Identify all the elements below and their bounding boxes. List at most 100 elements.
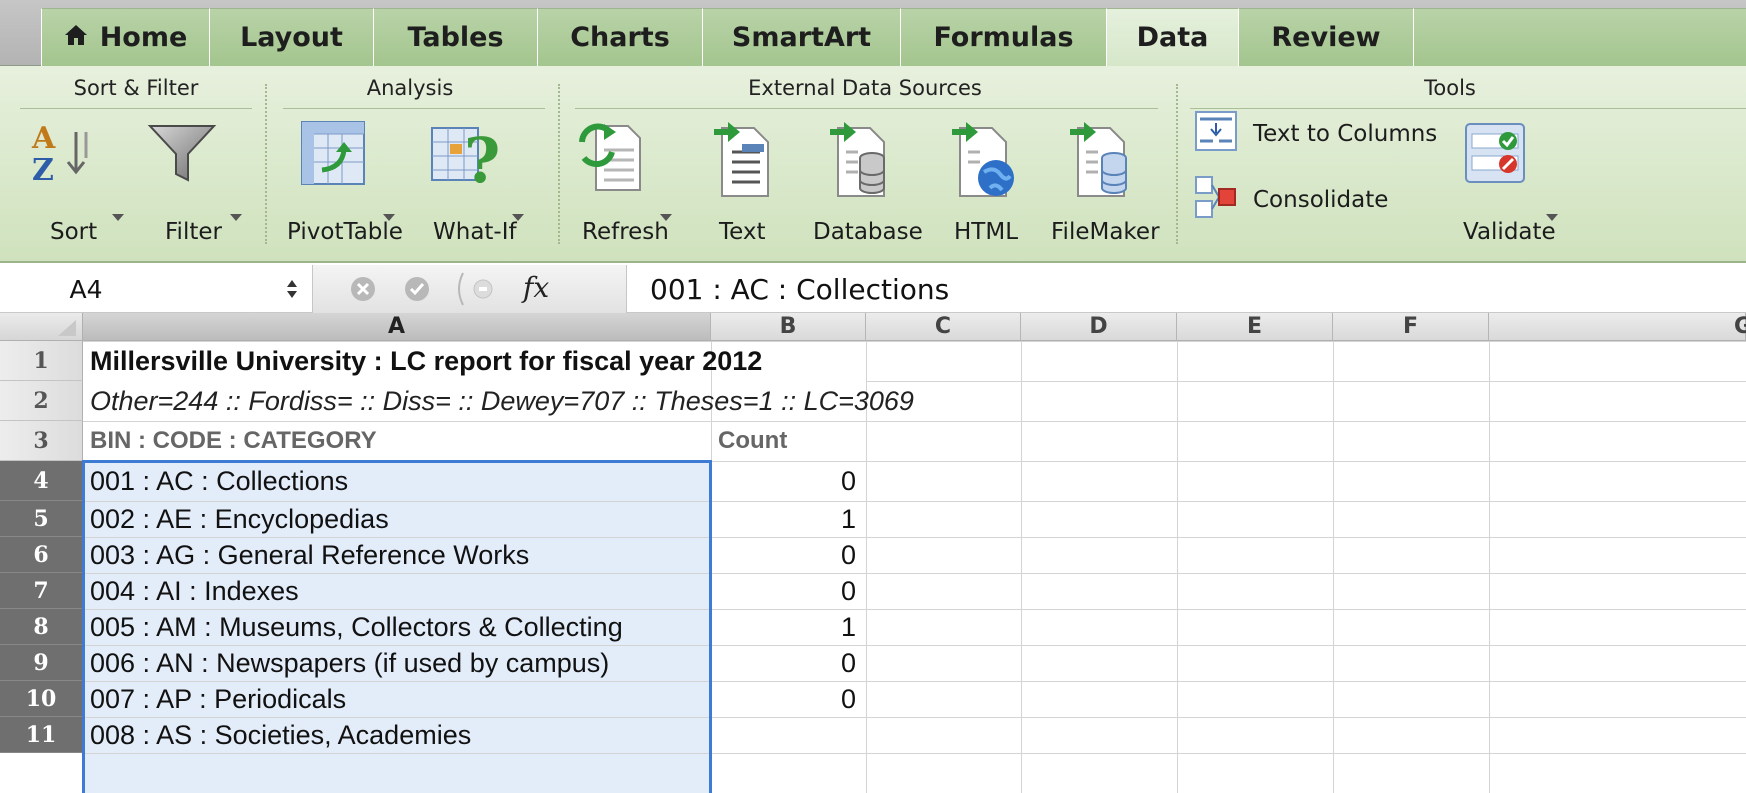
cell-b3[interactable]: Count bbox=[711, 421, 787, 461]
row-header-3[interactable]: 3 bbox=[0, 421, 83, 461]
row-header-11[interactable]: 11 bbox=[0, 717, 83, 753]
whatif-button[interactable]: ? bbox=[430, 118, 510, 188]
import-database-label: Database bbox=[813, 219, 923, 245]
consolidate-button[interactable]: Consolidate bbox=[1195, 176, 1388, 224]
cell-b7[interactable]: 0 bbox=[711, 571, 866, 611]
gridline bbox=[1177, 341, 1178, 793]
selection-border bbox=[82, 460, 712, 793]
tab-home-label: Home bbox=[99, 22, 188, 53]
group-underline bbox=[1190, 108, 1746, 109]
funnel-icon bbox=[147, 125, 217, 182]
refresh-label: Refresh bbox=[582, 219, 669, 245]
cell-b6[interactable]: 0 bbox=[711, 535, 866, 575]
sort-dropdown-icon[interactable] bbox=[112, 214, 124, 221]
row-header-2[interactable]: 2 bbox=[0, 381, 83, 421]
name-box-stepper-icon bbox=[287, 280, 297, 298]
refresh-icon bbox=[579, 123, 641, 191]
home-icon bbox=[64, 24, 88, 52]
import-filemaker-button[interactable] bbox=[1068, 118, 1134, 198]
group-underline bbox=[575, 108, 1158, 109]
cell-b8[interactable]: 1 bbox=[711, 607, 866, 647]
tab-bar-filler bbox=[1413, 8, 1746, 66]
column-header-g[interactable]: G bbox=[1489, 313, 1746, 341]
import-filemaker-label: FileMaker bbox=[1051, 219, 1160, 245]
tab-home[interactable]: Home bbox=[41, 8, 209, 66]
fx-icon[interactable]: fx bbox=[523, 271, 549, 304]
group-underline bbox=[283, 108, 545, 109]
row-header-4[interactable]: 4 bbox=[0, 461, 83, 501]
tab-smartart[interactable]: SmartArt bbox=[702, 8, 900, 66]
worksheet-grid[interactable]: A B C D E F G 1 2 3 4 5 6 7 8 9 10 11 Mi… bbox=[0, 313, 1746, 793]
gridline bbox=[866, 381, 1746, 382]
formula-input[interactable]: 001 : AC : Collections bbox=[650, 265, 949, 313]
import-text-label: Text bbox=[719, 219, 766, 245]
cell-a3[interactable]: BIN : CODE : CATEGORY bbox=[83, 421, 377, 461]
cell-b9[interactable]: 0 bbox=[711, 643, 866, 683]
tab-layout-label: Layout bbox=[240, 22, 343, 53]
cell-a1[interactable]: Millersville University : LC report for … bbox=[83, 341, 762, 381]
import-html-button[interactable] bbox=[950, 118, 1016, 198]
row-header-1[interactable]: 1 bbox=[0, 341, 83, 381]
ribbon-data: Sort & Filter Analysis External Data Sou… bbox=[0, 66, 1746, 263]
tab-layout[interactable]: Layout bbox=[209, 8, 373, 66]
tab-review[interactable]: Review bbox=[1238, 8, 1413, 66]
row-header-5[interactable]: 5 bbox=[0, 501, 83, 537]
refresh-button[interactable] bbox=[576, 118, 646, 194]
tab-data-label: Data bbox=[1136, 22, 1209, 53]
tab-data[interactable]: Data bbox=[1106, 8, 1238, 66]
formula-bar-tools: fx bbox=[287, 265, 627, 313]
database-icon bbox=[830, 122, 885, 197]
cell-a2[interactable]: Other=244 :: Fordiss= :: Diss= :: Dewey=… bbox=[83, 381, 914, 421]
row-header-6[interactable]: 6 bbox=[0, 537, 83, 573]
consolidate-label: Consolidate bbox=[1253, 187, 1389, 213]
tab-charts[interactable]: Charts bbox=[537, 8, 702, 66]
formula-bar: A4 fx 001 : AC : Collections bbox=[0, 265, 1746, 313]
group-title-sort-filter: Sort & Filter bbox=[73, 76, 199, 100]
column-header-e[interactable]: E bbox=[1177, 313, 1333, 341]
import-text-button[interactable] bbox=[712, 118, 772, 198]
pivottable-label: PivotTable bbox=[287, 219, 403, 245]
tab-charts-label: Charts bbox=[570, 22, 670, 53]
sort-label: Sort bbox=[50, 219, 98, 245]
validate-button[interactable] bbox=[1462, 118, 1528, 188]
text-to-columns-label: Text to Columns bbox=[1253, 121, 1438, 147]
row-header-8[interactable]: 8 bbox=[0, 609, 83, 645]
column-header-f[interactable]: F bbox=[1333, 313, 1489, 341]
tab-formulas[interactable]: Formulas bbox=[900, 8, 1106, 66]
row-header-7[interactable]: 7 bbox=[0, 573, 83, 609]
consolidate-icon bbox=[1195, 175, 1237, 225]
tab-tables[interactable]: Tables bbox=[373, 8, 537, 66]
row-header-9[interactable]: 9 bbox=[0, 645, 83, 681]
cell-b5[interactable]: 1 bbox=[711, 499, 866, 539]
sort-button[interactable]: A Z bbox=[28, 118, 108, 188]
import-database-button[interactable] bbox=[828, 118, 888, 198]
gridline bbox=[1333, 341, 1334, 793]
sort-az-icon: A Z bbox=[31, 121, 88, 188]
column-header-c[interactable]: C bbox=[866, 313, 1021, 341]
group-title-external-data: External Data Sources bbox=[748, 76, 982, 100]
filter-dropdown-icon[interactable] bbox=[230, 214, 242, 221]
text-to-columns-button[interactable]: Text to Columns bbox=[1195, 110, 1437, 158]
tab-tables-label: Tables bbox=[407, 22, 504, 53]
cell-b10[interactable]: 0 bbox=[711, 679, 866, 719]
svg-text:Z: Z bbox=[32, 153, 54, 188]
name-box-value: A4 bbox=[69, 274, 103, 304]
whatif-icon: ? bbox=[431, 124, 500, 188]
text-file-icon bbox=[714, 122, 769, 197]
validate-icon bbox=[1465, 123, 1525, 183]
column-header-d[interactable]: D bbox=[1021, 313, 1177, 341]
group-title-tools: Tools bbox=[1424, 76, 1476, 100]
column-header-a[interactable]: A bbox=[83, 313, 711, 341]
pivottable-icon bbox=[301, 121, 365, 185]
column-header-b[interactable]: B bbox=[711, 313, 866, 341]
group-divider bbox=[558, 84, 560, 244]
svg-text:?: ? bbox=[464, 124, 500, 188]
filter-button[interactable] bbox=[146, 118, 218, 188]
group-divider bbox=[265, 84, 267, 244]
name-box[interactable]: A4 bbox=[0, 265, 312, 313]
pivottable-button[interactable] bbox=[298, 118, 368, 188]
cell-b4[interactable]: 0 bbox=[711, 461, 866, 501]
filter-label: Filter bbox=[165, 219, 222, 245]
row-header-10[interactable]: 10 bbox=[0, 681, 83, 717]
select-all-corner[interactable] bbox=[0, 313, 83, 341]
